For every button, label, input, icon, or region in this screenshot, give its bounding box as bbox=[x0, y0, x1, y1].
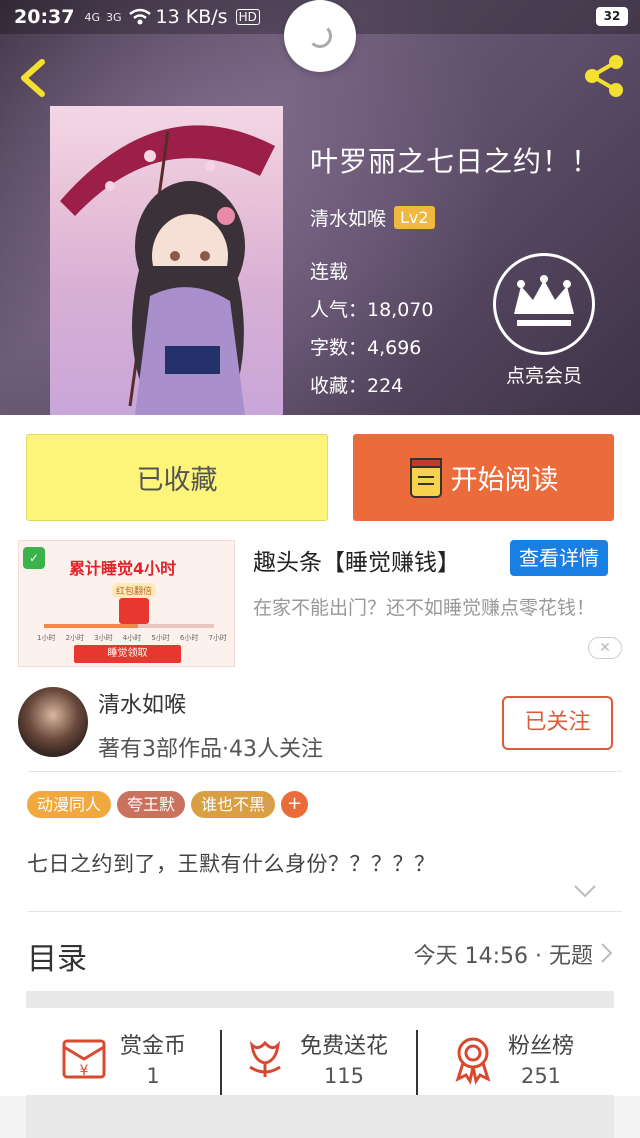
vip-label: 点亮会员 bbox=[505, 365, 582, 387]
fan-ranking-value: 251 bbox=[520, 1064, 562, 1088]
status-time: 20:37 bbox=[14, 6, 75, 28]
flower-icon bbox=[249, 1040, 281, 1077]
ad-title[interactable]: 趣头条【睡觉赚钱】 bbox=[253, 543, 460, 577]
book-header: 20:37 4G 3G 13 KB/s HD 32 叶罗丽之七日之约！！ 清水如… bbox=[0, 0, 640, 415]
action-bar: 已收藏 开始阅读 bbox=[0, 415, 640, 535]
author-section: 清水如喉 著有3部作品·43人关注 已关注 动漫同人 夸王默 谁也不黑 + 七日… bbox=[0, 675, 640, 1096]
wifi-icon bbox=[128, 8, 151, 25]
flower-stat[interactable]: 免费送花 115 bbox=[238, 1028, 388, 1088]
medal-icon bbox=[455, 1037, 491, 1085]
ad-progress-bar bbox=[44, 624, 214, 628]
ad-image-headline: 累计睡觉4小时 bbox=[69, 559, 177, 578]
reward-coin-value: 1 bbox=[146, 1064, 160, 1088]
fan-ranking-label: 粉丝榜 bbox=[508, 1034, 575, 1059]
stat-divider bbox=[416, 1030, 418, 1096]
book-icon bbox=[409, 457, 442, 498]
follow-button[interactable]: 已关注 bbox=[502, 696, 613, 750]
book-title: 叶罗丽之七日之约！！ bbox=[310, 145, 601, 178]
section-separator bbox=[26, 991, 614, 1008]
section-separator bbox=[26, 1095, 614, 1138]
author-stats: 著有3部作品·43人关注 bbox=[98, 737, 323, 762]
reward-coin-stat[interactable]: ¥ 赏金币 1 bbox=[58, 1028, 186, 1088]
tag-list: 动漫同人 夸王默 谁也不黑 + bbox=[27, 791, 309, 818]
ad-image-cta: 睡觉领取 bbox=[74, 645, 181, 663]
ad-close-button[interactable]: ✕ bbox=[588, 637, 622, 659]
add-tag-button[interactable]: + bbox=[281, 791, 309, 818]
ad-progress-ticks: 1小时 2小时 3小时 4小时 5小时 6小时 7小时 bbox=[37, 634, 227, 642]
hd-indicator: HD bbox=[235, 9, 260, 25]
stat-divider bbox=[220, 1030, 222, 1096]
reward-coin-icon: ¥ bbox=[62, 1039, 106, 1079]
book-cover[interactable] bbox=[50, 106, 283, 415]
svg-text:¥: ¥ bbox=[80, 1063, 89, 1079]
network-4g-indicator: 4G bbox=[84, 10, 101, 24]
start-reading-label: 开始阅读 bbox=[450, 465, 559, 496]
flower-label: 免费送花 bbox=[300, 1034, 389, 1059]
back-icon[interactable] bbox=[14, 56, 54, 100]
vip-button[interactable]: 点亮会员 bbox=[493, 253, 595, 388]
fan-ranking-stat[interactable]: 粉丝榜 251 bbox=[446, 1028, 574, 1088]
crown-icon bbox=[493, 253, 595, 355]
ad-detail-button[interactable]: 查看详情 bbox=[510, 540, 608, 576]
red-packet-icon bbox=[119, 598, 149, 624]
loading-spinner bbox=[284, 0, 356, 72]
tag-item[interactable]: 夸王默 bbox=[117, 791, 186, 818]
book-summary: 七日之约到了，王默有什么身份？？？？？ bbox=[27, 852, 436, 876]
ad-image[interactable]: ✓ 累计睡觉4小时 红包翻倍 1小时 2小时 3小时 4小时 5小时 6小时 7小时 睡觉领… bbox=[18, 540, 235, 667]
divider bbox=[28, 771, 622, 772]
network-3g-indicator: 3G bbox=[106, 10, 122, 24]
level-badge: Lv2 bbox=[394, 206, 435, 229]
start-reading-button[interactable]: 开始阅读 bbox=[353, 434, 614, 521]
chevron-down-icon[interactable] bbox=[572, 884, 598, 898]
chevron-right-icon bbox=[601, 943, 613, 963]
toc-label: 目录 bbox=[27, 942, 87, 977]
network-speed: 13 KB/s bbox=[155, 6, 228, 28]
reward-coin-label: 赏金币 bbox=[120, 1034, 187, 1059]
battery-icon: 32 bbox=[596, 7, 628, 26]
ad-description: 在家不能出门？还不如睡觉赚点零花钱！ bbox=[253, 597, 596, 619]
ad-image-sub: 红包翻倍 bbox=[112, 583, 157, 598]
divider bbox=[28, 911, 622, 912]
ad-app-logo: ✓ bbox=[23, 547, 45, 569]
share-icon[interactable] bbox=[578, 50, 630, 102]
favorite-button[interactable]: 已收藏 bbox=[26, 434, 328, 521]
ad-banner[interactable]: ✓ 累计睡觉4小时 红包翻倍 1小时 2小时 3小时 4小时 5小时 6小时 7小时 睡觉领… bbox=[0, 535, 640, 675]
stats-bar: ¥ 赏金币 1 免费送花 115 粉丝榜 251 bbox=[0, 1008, 640, 1096]
cover-illustration bbox=[60, 125, 275, 415]
tag-item[interactable]: 谁也不黑 bbox=[191, 791, 276, 818]
table-of-contents-row[interactable]: 目录 今天 14:56 · 无题 bbox=[27, 930, 613, 980]
book-author[interactable]: 清水如喉 bbox=[310, 204, 386, 231]
avatar[interactable] bbox=[18, 687, 88, 757]
latest-chapter: 今天 14:56 · 无题 bbox=[413, 944, 593, 969]
author-name[interactable]: 清水如喉 bbox=[98, 687, 186, 719]
flower-value: 115 bbox=[323, 1064, 365, 1088]
tag-item[interactable]: 动漫同人 bbox=[27, 791, 112, 818]
